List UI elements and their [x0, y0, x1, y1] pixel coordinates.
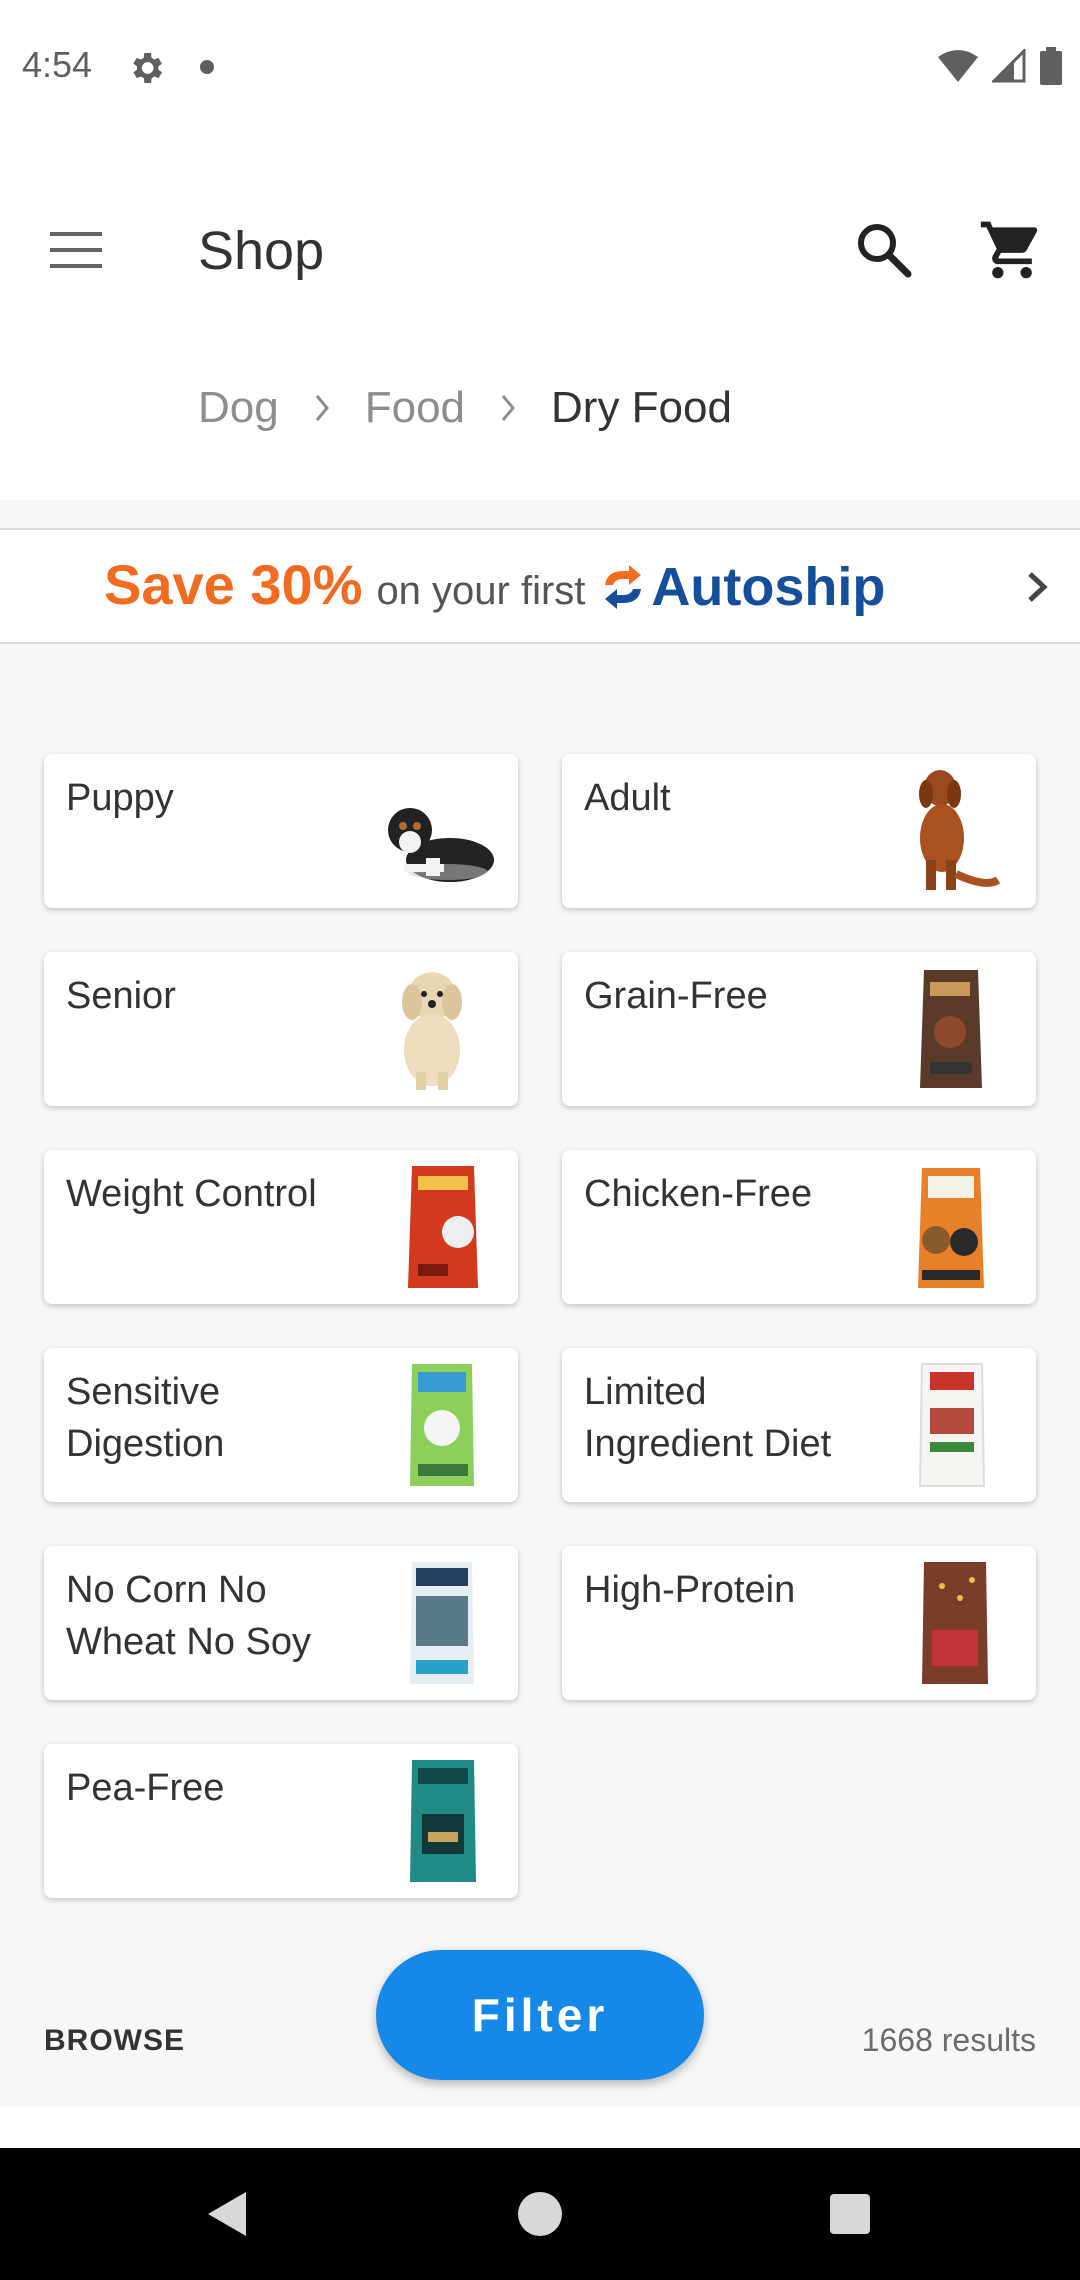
status-time: 4:54	[22, 44, 93, 85]
food-bag-image	[920, 970, 982, 1088]
food-bag-image	[410, 1364, 474, 1486]
notification-dot-icon	[200, 60, 214, 74]
back-icon[interactable]	[202, 2188, 250, 2240]
category-label: Puppy	[66, 777, 174, 819]
app-bar: Shop Dog Food Dry Food	[0, 130, 1080, 500]
category-label: Chicken-Free	[584, 1173, 813, 1215]
food-bag-image	[922, 1562, 988, 1684]
status-icons	[938, 46, 1062, 86]
category-label: Grain-Free	[584, 975, 768, 1017]
food-bag-image	[918, 1363, 986, 1487]
system-nav-bar	[0, 2148, 1080, 2280]
breadcrumb: Dog Food Dry Food	[198, 378, 732, 438]
recents-icon[interactable]	[830, 2194, 870, 2234]
category-label: Limited Ingredient Diet	[584, 1371, 832, 1465]
results-count: 1668 results	[861, 2022, 1036, 2058]
wifi-icon	[938, 50, 978, 82]
food-bag-image	[410, 1562, 474, 1684]
category-card-no-corn-no-wheat-no-soy[interactable]: No Corn No Wheat No Soy	[44, 1546, 518, 1700]
category-card-weight-control[interactable]: Weight Control	[44, 1150, 518, 1304]
breadcrumb-food[interactable]: Food	[365, 383, 465, 433]
banner-save: Save 30%	[104, 553, 363, 616]
page-title: Shop	[198, 221, 325, 281]
home-icon[interactable]	[518, 2192, 562, 2236]
category-label: Sensitive Digestion	[66, 1371, 225, 1465]
category-label: Weight Control	[66, 1173, 317, 1215]
category-label: Senior	[66, 975, 176, 1017]
category-label: High-Protein	[584, 1569, 796, 1611]
category-card-limited-ingredient-diet[interactable]: Limited Ingredient Diet	[562, 1348, 1036, 1502]
autoship-arrows-icon	[605, 565, 642, 609]
category-label: Adult	[584, 777, 671, 819]
autoship-logo: Autoship	[599, 556, 885, 618]
browse-button[interactable]: BROWSE	[44, 2024, 185, 2058]
category-card-puppy[interactable]: Puppy	[44, 754, 518, 908]
adult-dog-image	[919, 770, 1001, 890]
chevron-right-icon	[315, 395, 329, 421]
category-card-adult[interactable]: Adult	[562, 754, 1036, 908]
breadcrumb-dry-food: Dry Food	[551, 383, 732, 432]
food-bag-image	[408, 1166, 478, 1288]
puppy-image	[388, 808, 494, 882]
battery-icon	[1040, 47, 1062, 85]
banner-brand: Autoship	[651, 557, 886, 617]
chevron-right-icon[interactable]	[1018, 562, 1058, 612]
gear-icon	[133, 53, 162, 83]
food-bag-image	[410, 1760, 476, 1882]
menu-icon[interactable]	[44, 222, 108, 278]
category-card-sensitive-digestion[interactable]: Sensitive Digestion	[44, 1348, 518, 1502]
category-card-high-protein[interactable]: High-Protein	[562, 1546, 1036, 1700]
category-card-grain-free[interactable]: Grain-Free	[562, 952, 1036, 1106]
banner-text: on your first	[376, 569, 586, 613]
category-card-chicken-free[interactable]: Chicken-Free	[562, 1150, 1036, 1304]
content-edge	[0, 2106, 1080, 2148]
autoship-banner[interactable]: Save 30% on your first Autoship	[0, 530, 1080, 644]
cart-icon[interactable]	[978, 216, 1046, 284]
breadcrumb-dog[interactable]: Dog	[198, 383, 279, 433]
food-bag-image	[918, 1168, 984, 1288]
senior-dog-image	[402, 972, 462, 1090]
filter-button[interactable]: Filter	[376, 1950, 704, 2080]
category-label: Pea-Free	[66, 1767, 225, 1809]
category-card-pea-free[interactable]: Pea-Free	[44, 1744, 518, 1898]
status-bar: 4:54	[0, 0, 1080, 130]
category-card-senior[interactable]: Senior	[44, 952, 518, 1106]
category-label: No Corn No Wheat No Soy	[66, 1569, 311, 1663]
signal-icon	[992, 49, 1026, 83]
search-icon[interactable]	[852, 218, 916, 282]
chevron-right-icon	[501, 395, 515, 421]
